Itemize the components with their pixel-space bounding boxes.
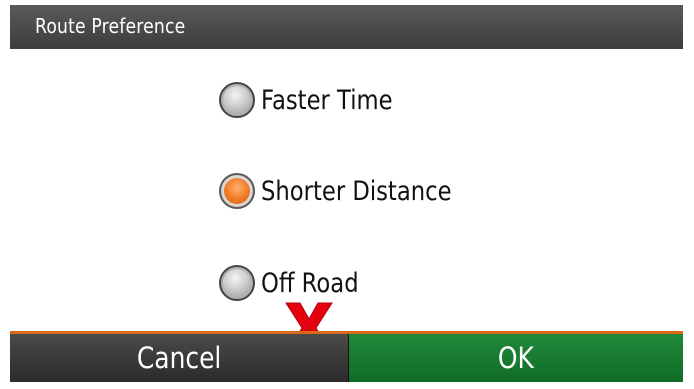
cancel-button-label: Cancel [136,341,222,375]
option-shorter-distance[interactable]: Shorter Distance [219,171,488,211]
option-label-shorter-distance: Shorter Distance [261,175,452,207]
option-label-off-road: Off Road [261,267,359,299]
dialog-title: Route Preference [35,14,186,38]
cancel-button[interactable]: Cancel [10,334,348,382]
radio-button-off-road[interactable] [219,265,255,301]
option-faster-time[interactable]: Faster Time [219,80,418,120]
ok-button[interactable]: OK [349,334,683,382]
ok-button-label: OK [498,341,534,375]
option-off-road[interactable]: Off Road [219,263,377,303]
radio-button-faster-time[interactable] [219,82,255,118]
route-preference-dialog: Route Preference Faster Time Shorter Dis… [10,5,683,382]
title-bar: Route Preference [10,5,683,49]
options-panel: Faster Time Shorter Distance Off Road [10,49,683,354]
radio-button-shorter-distance[interactable] [219,173,255,209]
option-label-faster-time: Faster Time [261,84,393,116]
